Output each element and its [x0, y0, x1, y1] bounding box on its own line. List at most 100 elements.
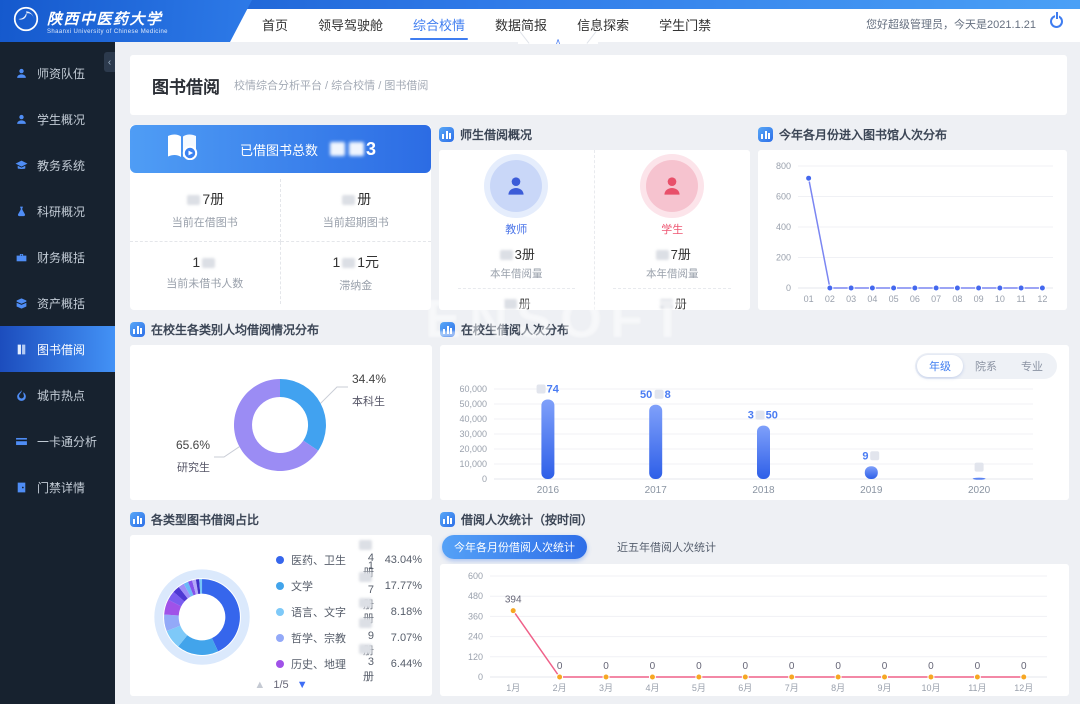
- per-capita-panel: 在校生各类别人均借阅情况分布 34.4%本科生65.6%研究生: [130, 320, 432, 500]
- tab-college[interactable]: 院系: [963, 355, 1009, 377]
- tab-grade[interactable]: 年级: [917, 355, 963, 377]
- dimension-tab-group: 年级院系专业: [915, 353, 1057, 379]
- finance-icon: [15, 251, 28, 264]
- sidebar-item-label: 师资队伍: [37, 65, 85, 82]
- svg-text:06: 06: [910, 294, 920, 304]
- people-chart-icon: [439, 127, 454, 142]
- row-distribution: 在校生各类别人均借阅情况分布 34.4%本科生65.6%研究生 在校生借阅人次分…: [130, 320, 1067, 500]
- svg-text:12月: 12月: [1014, 683, 1033, 693]
- breadcrumb: 校情综合分析平台 / 综合校情 / 图书借阅: [234, 77, 428, 93]
- svg-text:50,000: 50,000: [459, 399, 487, 409]
- panel-header: 今年各月份进入图书馆人次分布: [758, 125, 1067, 143]
- nav-cockpit[interactable]: 领导驾驶舱: [318, 9, 383, 42]
- sidebar-item-city-hotspot[interactable]: 城市热点: [0, 372, 115, 418]
- summary-stat: 1当前未借书人数: [130, 242, 281, 305]
- svg-text:07: 07: [931, 294, 941, 304]
- svg-text:0: 0: [882, 661, 888, 672]
- svg-text:800: 800: [776, 161, 791, 171]
- panel-title: 在校生借阅人次分布: [461, 321, 569, 338]
- svg-text:60,000: 60,000: [459, 384, 487, 394]
- sidebar: 师资队伍学生概况教务系统科研概况财务概括资产概括图书借阅城市热点一卡通分析门禁详…: [0, 42, 115, 704]
- svg-text:3: 3: [748, 410, 754, 422]
- svg-text:0: 0: [557, 661, 563, 672]
- sidebar-item-access-control[interactable]: 门禁详情: [0, 464, 115, 510]
- sidebar-item-academic-system[interactable]: 教务系统: [0, 142, 115, 188]
- sidebar-item-research[interactable]: 科研概况: [0, 188, 115, 234]
- power-icon[interactable]: [1050, 15, 1063, 28]
- stat-label: 滞纳金: [339, 277, 372, 293]
- row-statistics: 各类型图书借阅占比 医药、卫生4册43.04%文学17册17.77%语言、文字册…: [130, 510, 1067, 696]
- svg-text:01: 01: [804, 294, 814, 304]
- sidebar-item-library-borrow[interactable]: 图书借阅: [0, 326, 115, 372]
- divider: [458, 288, 575, 289]
- nav-home[interactable]: 首页: [262, 9, 288, 42]
- research-icon: [15, 205, 28, 218]
- pie-chart-icon: [130, 322, 145, 337]
- sidebar-item-campus-card[interactable]: 一卡通分析: [0, 418, 115, 464]
- svg-text:240: 240: [468, 632, 483, 642]
- group-name: 教师: [505, 221, 527, 237]
- svg-text:4月: 4月: [645, 683, 659, 693]
- sidebar-menu: 师资队伍学生概况教务系统科研概况财务概括资产概括图书借阅城市热点一卡通分析门禁详…: [0, 42, 115, 510]
- svg-text:1月: 1月: [506, 683, 520, 693]
- svg-text:03: 03: [846, 294, 856, 304]
- five-year-borrow-button[interactable]: 近五年借阅人次统计: [605, 535, 728, 559]
- group-name: 学生: [661, 221, 683, 237]
- svg-text:10月: 10月: [921, 683, 940, 693]
- sidebar-item-faculty[interactable]: 师资队伍: [0, 50, 115, 96]
- legend-name: 文学: [291, 578, 357, 594]
- svg-text:8月: 8月: [831, 683, 845, 693]
- university-logo: 陕西中医药大学 Shaanxi University of Chinese Me…: [0, 0, 252, 42]
- sidebar-collapse-button[interactable]: ‹: [104, 52, 115, 72]
- svg-text:9月: 9月: [878, 683, 892, 693]
- svg-text:200: 200: [776, 253, 791, 263]
- svg-text:0: 0: [696, 661, 702, 672]
- page-down-icon[interactable]: ▼: [297, 679, 308, 691]
- panel-title: 借阅人次统计（按时间）: [461, 511, 593, 528]
- nav-access[interactable]: 学生门禁: [659, 9, 711, 42]
- university-emblem-icon: [13, 6, 39, 37]
- svg-text:9: 9: [862, 450, 868, 462]
- summary-stat: 册当前超期图书: [281, 179, 432, 242]
- month-borrow-value: 册: [658, 295, 687, 310]
- svg-text:12: 12: [1037, 294, 1047, 304]
- year-borrow-label: 本年借阅量: [646, 266, 699, 281]
- svg-text:0: 0: [928, 661, 934, 672]
- sidebar-item-assets[interactable]: 资产概括: [0, 280, 115, 326]
- legend-item: 医药、卫生4册43.04%: [276, 547, 422, 573]
- legend-percent: 8.18%: [374, 606, 422, 618]
- year-borrow-label: 本年借阅量: [490, 266, 543, 281]
- nav-overview[interactable]: 综合校情: [413, 9, 465, 42]
- svg-text:74: 74: [547, 384, 560, 396]
- svg-text:7月: 7月: [785, 683, 799, 693]
- panel-header: 借阅人次统计（按时间）: [440, 510, 1069, 528]
- svg-text:0: 0: [743, 661, 749, 672]
- svg-text:0: 0: [789, 661, 795, 672]
- sidebar-item-finance[interactable]: 财务概括: [0, 234, 115, 280]
- nav-collapse-control[interactable]: ∧: [518, 31, 598, 44]
- sidebar-item-label: 科研概况: [37, 203, 85, 220]
- legend-percent: 6.44%: [374, 658, 422, 670]
- time-stats-chart-card: 01202403604806001月2月3月4月5月6月7月8月9月10月11月…: [440, 564, 1069, 696]
- teacher-avatar-icon: [490, 160, 542, 212]
- tab-major[interactable]: 专业: [1009, 355, 1055, 377]
- stat-value: 7册: [185, 189, 224, 209]
- top-nav: 首页领导驾驶舱综合校情数据简报信息探索学生门禁: [262, 9, 711, 42]
- sidebar-item-label: 图书借阅: [37, 341, 85, 358]
- sidebar-item-student-overview[interactable]: 学生概况: [0, 96, 115, 142]
- svg-text:10,000: 10,000: [459, 459, 487, 469]
- legend-item: 历史、地理3册6.44%: [276, 651, 422, 677]
- page-title: 图书借阅: [152, 73, 220, 98]
- svg-text:05: 05: [889, 294, 899, 304]
- open-book-icon: [166, 134, 200, 165]
- door-icon: [15, 481, 28, 494]
- page-title-card: 图书借阅 校情综合分析平台 / 综合校情 / 图书借阅: [130, 55, 1067, 115]
- svg-text:11月: 11月: [968, 683, 986, 693]
- svg-text:480: 480: [468, 591, 483, 601]
- svg-text:02: 02: [825, 294, 835, 304]
- svg-text:0: 0: [835, 661, 841, 672]
- legend-item: 哲学、宗教9册7.07%: [276, 625, 422, 651]
- page-up-icon[interactable]: ▲: [254, 679, 265, 691]
- svg-text:0: 0: [603, 661, 609, 672]
- monthly-borrow-button[interactable]: 今年各月份借阅人次统计: [442, 535, 587, 559]
